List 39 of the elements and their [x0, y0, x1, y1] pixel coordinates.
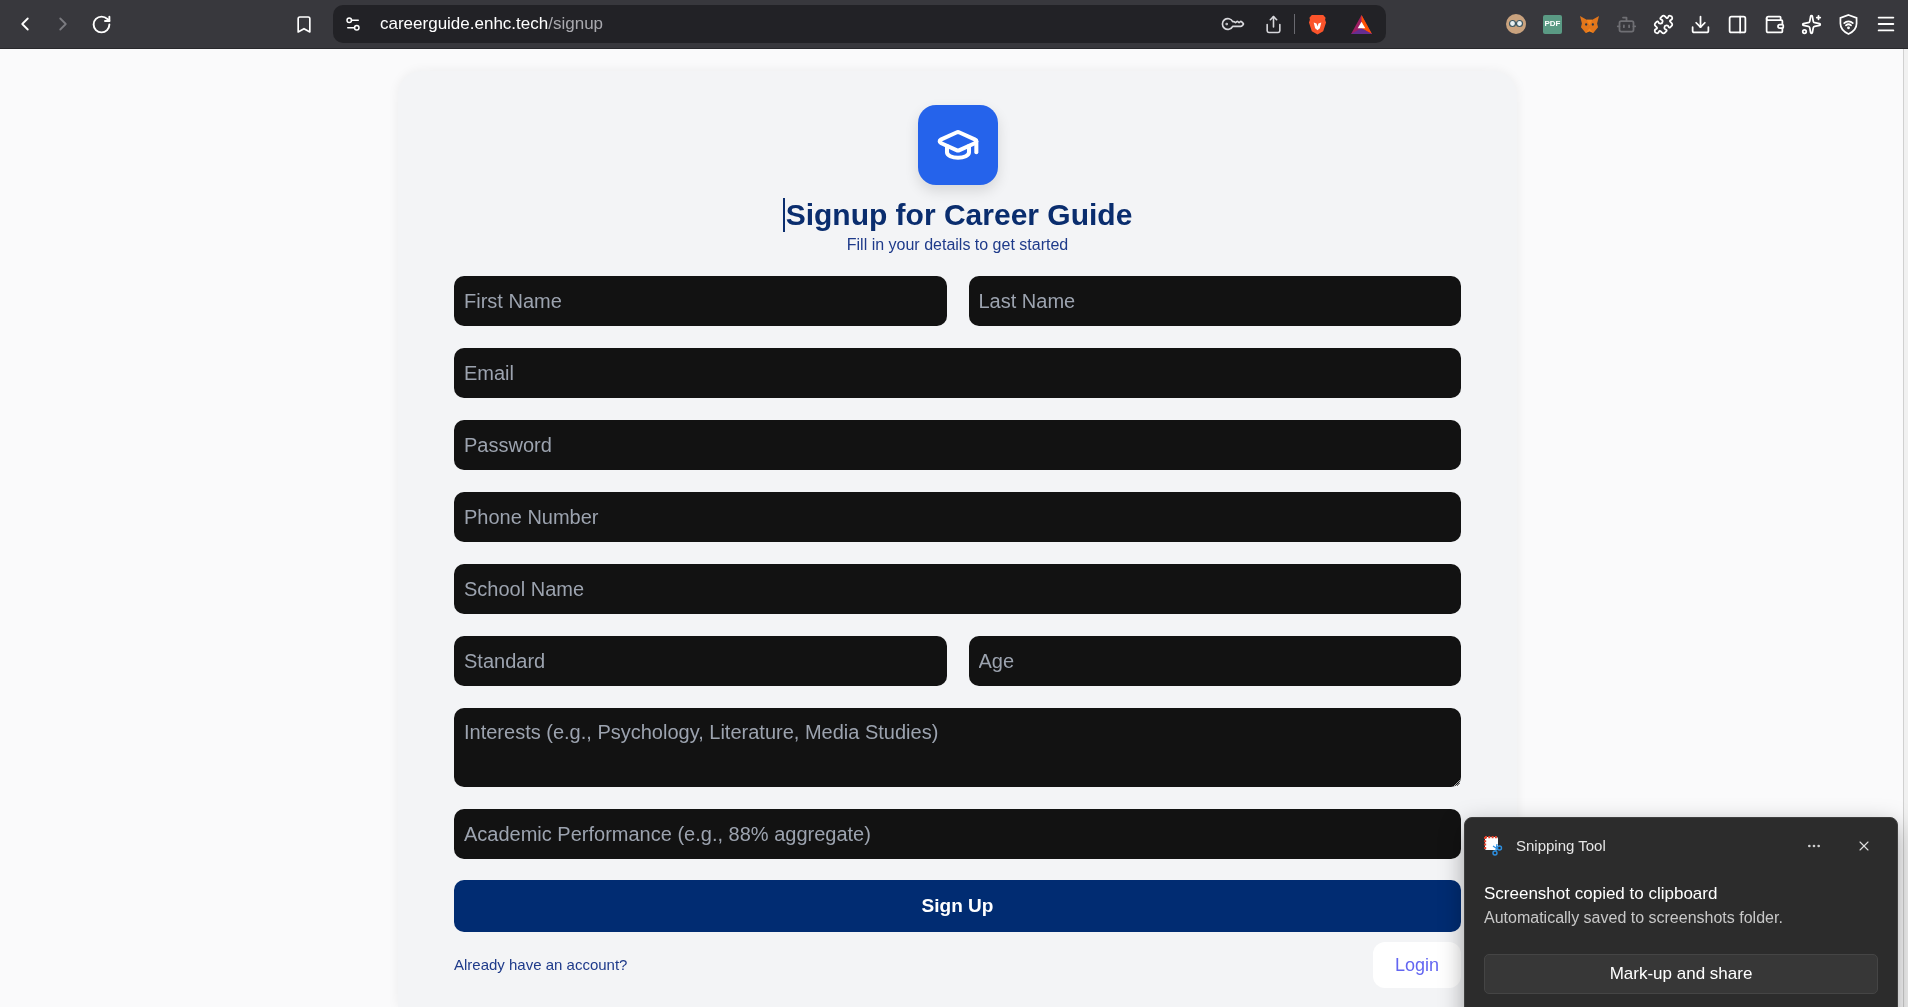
- triangle-icon[interactable]: [1351, 14, 1372, 34]
- page-subtitle: Fill in your details to get started: [846, 235, 1069, 255]
- scrollbar[interactable]: [1903, 49, 1908, 1007]
- input-field[interactable]: Phone Number: [454, 492, 1461, 542]
- bookmark-icon[interactable]: [294, 13, 314, 35]
- input-field[interactable]: First Name: [454, 276, 947, 326]
- input-field[interactable]: School Name: [454, 564, 1461, 614]
- page-title: Signup for Career Guide: [785, 197, 1133, 233]
- text-cursor-icon: [782, 198, 785, 232]
- input-field[interactable]: Last Name: [968, 276, 1461, 326]
- input-field[interactable]: Standard: [454, 636, 947, 686]
- download-icon[interactable]: [1690, 13, 1711, 35]
- input-field[interactable]: Password: [454, 420, 1461, 470]
- input-field[interactable]: Age: [968, 636, 1461, 686]
- notification-body: Automatically saved to screenshots folder.: [1484, 908, 1784, 928]
- login-button[interactable]: Login: [1372, 942, 1461, 988]
- sidebar-icon[interactable]: [1727, 13, 1748, 35]
- account-prompt: Already have an account?: [454, 954, 628, 975]
- url-text[interactable]: careerguide.enhc.tech/signup: [380, 11, 604, 37]
- address-bar[interactable]: careerguide.enhc.tech/signup: [333, 5, 1386, 43]
- lion-shield-icon[interactable]: [1308, 13, 1327, 35]
- wallet-icon[interactable]: [1764, 13, 1785, 35]
- input-field[interactable]: Academic Performance (e.g., 88% aggregate): [454, 809, 1461, 859]
- sign-up-button[interactable]: Sign Up: [454, 880, 1461, 932]
- site-settings-icon[interactable]: [344, 15, 362, 33]
- shield-wifi-icon[interactable]: [1839, 13, 1858, 35]
- markup-share-button[interactable]: Mark-up and share: [1484, 954, 1878, 994]
- avatar-icon[interactable]: [1505, 14, 1526, 34]
- graduation-cap-icon: [917, 105, 998, 185]
- input-field[interactable]: Email: [454, 348, 1461, 398]
- app-name: Snipping Tool: [1516, 835, 1606, 856]
- reload-icon[interactable]: [90, 13, 112, 35]
- fox-icon[interactable]: [1579, 14, 1600, 34]
- notification-title: Screenshot copied to clipboard: [1484, 883, 1719, 905]
- puzzle-icon[interactable]: [1653, 13, 1674, 35]
- app-icon: [1484, 836, 1504, 856]
- share-icon[interactable]: [1264, 14, 1283, 34]
- sparkle-icon[interactable]: [1801, 13, 1822, 35]
- text-area[interactable]: Interests (e.g., Psychology, Literature, Media Studies): [454, 708, 1461, 787]
